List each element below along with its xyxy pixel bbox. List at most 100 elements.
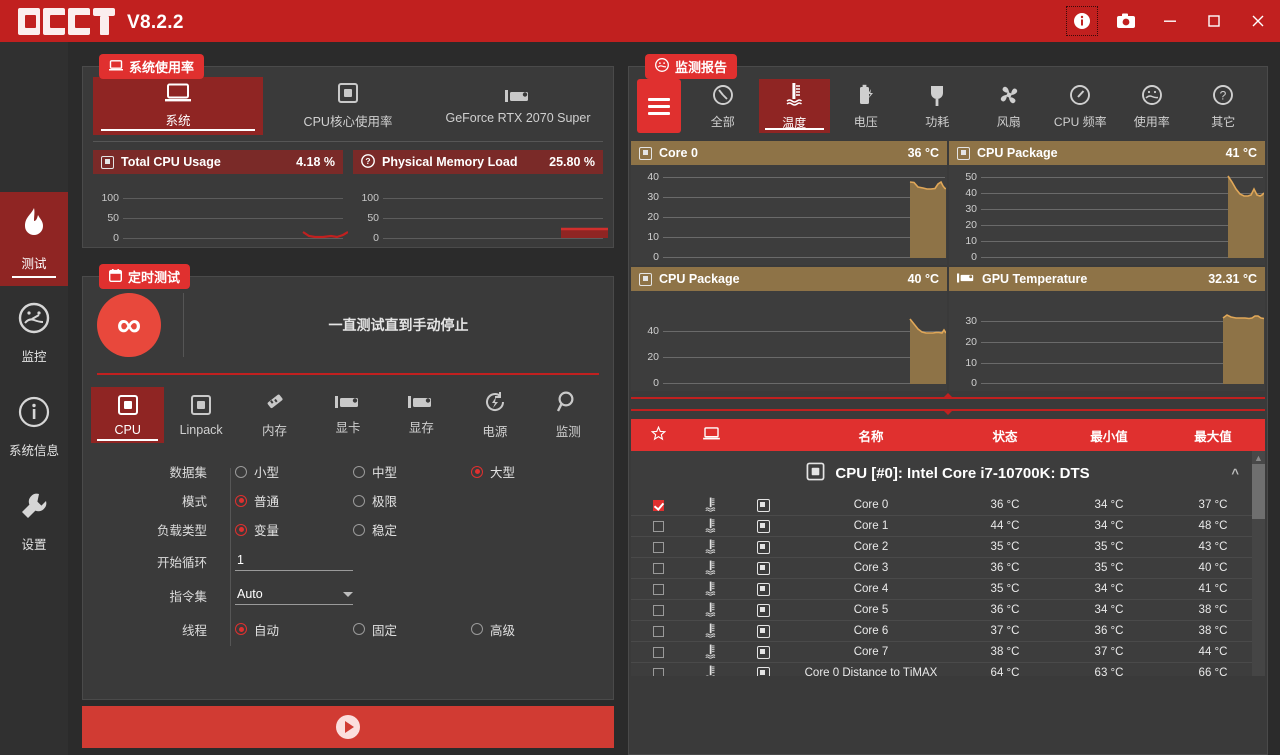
table-scrollbar[interactable]: ▲ ▼ — [1252, 451, 1265, 676]
panel-splitter[interactable] — [631, 393, 1265, 415]
column-name[interactable]: 名称 — [789, 426, 953, 445]
start-cycle-input[interactable]: 1 — [235, 551, 353, 571]
row-checkbox[interactable] — [652, 520, 664, 532]
row-checkbox-cell[interactable] — [631, 604, 685, 616]
tick: 30 — [965, 315, 977, 327]
table-row[interactable]: Core 2 35 °C 35 °C 43 °C — [631, 537, 1265, 558]
radio-label: 普通 — [254, 495, 280, 509]
table-row[interactable]: Core 0 36 °C 34 °C 37 °C — [631, 495, 1265, 516]
row-min: 34 °C — [1094, 520, 1124, 532]
table-row[interactable]: Core 0 Distance to TjMAX 64 °C 63 °C 66 … — [631, 663, 1265, 676]
graph-body: 40 30 20 10 0 — [631, 165, 947, 265]
tab-monitor[interactable]: 监测 — [532, 387, 605, 443]
tab-fan[interactable]: 风扇 — [973, 79, 1045, 133]
radio-threads-auto[interactable]: 自动 — [235, 620, 353, 639]
radio-mode-normal[interactable]: 普通 — [235, 491, 353, 510]
row-checkbox-cell[interactable] — [631, 520, 685, 532]
thermometer-icon — [685, 644, 737, 660]
tab-power-consumption[interactable]: 功耗 — [902, 79, 974, 133]
row-checkbox[interactable] — [652, 604, 664, 616]
radio-dataset-medium[interactable]: 中型 — [353, 462, 471, 481]
tab-cpu-core-usage[interactable]: CPU核心使用率 — [263, 77, 433, 135]
tab-memory-label: 内存 — [262, 424, 288, 438]
label-start-cycle: 开始循环 — [156, 555, 207, 570]
close-button[interactable] — [1236, 0, 1280, 42]
table-row[interactable]: Core 1 44 °C 34 °C 48 °C — [631, 516, 1265, 537]
cpu-icon — [639, 272, 652, 286]
tab-gpu[interactable]: GeForce RTX 2070 Super — [433, 77, 603, 135]
graph-name: CPU Package — [977, 146, 1058, 160]
tab-all[interactable]: 全部 — [687, 79, 759, 133]
tab-graphics-card[interactable]: 显卡 — [311, 387, 384, 443]
table-group-row[interactable]: CPU [#0]: Intel Core i7-10700K: DTS ^ — [631, 451, 1265, 495]
scroll-up-button[interactable]: ▲ — [1252, 451, 1265, 464]
radio-mode-extreme[interactable]: 极限 — [353, 491, 471, 510]
row-checkbox-cell[interactable] — [631, 562, 685, 574]
row-checkbox[interactable] — [652, 499, 664, 511]
column-min[interactable]: 最小值 — [1057, 426, 1161, 445]
tab-power[interactable]: 电源 — [458, 387, 531, 443]
row-checkbox-cell[interactable] — [631, 646, 685, 658]
tab-cpu-frequency[interactable]: CPU 频率 — [1045, 79, 1117, 133]
tick: 40 — [647, 171, 659, 183]
screenshot-button[interactable] — [1104, 0, 1148, 42]
radio-load-variable[interactable]: 变量 — [235, 520, 353, 539]
radio-threads-fixed[interactable]: 固定 — [353, 620, 471, 639]
sidebar-item-system-info[interactable]: 系统信息 — [0, 380, 68, 474]
row-checkbox[interactable] — [652, 583, 664, 595]
radio-load-steady[interactable]: 稳定 — [353, 520, 471, 539]
table-row[interactable]: Core 5 36 °C 34 °C 38 °C — [631, 600, 1265, 621]
mode-options: 普通 极限 — [223, 491, 613, 510]
tab-temperature[interactable]: 温度 — [758, 79, 830, 133]
chevron-up-icon[interactable]: ^ — [1231, 466, 1239, 481]
sidebar-item-test[interactable]: 测试 — [0, 192, 68, 286]
maximize-button[interactable] — [1192, 0, 1236, 42]
column-star[interactable] — [631, 425, 685, 444]
threads-options: 自动 固定 高级 — [223, 620, 613, 639]
radio-circle — [471, 623, 483, 635]
table-row[interactable]: Core 6 37 °C 36 °C 38 °C — [631, 621, 1265, 642]
hamburger-icon[interactable] — [637, 79, 681, 133]
column-device[interactable] — [685, 427, 737, 443]
row-checkbox[interactable] — [652, 646, 664, 658]
tab-usage[interactable]: 使用率 — [1116, 79, 1188, 133]
sidebar-item-settings[interactable]: 设置 — [0, 474, 68, 568]
tab-voltage[interactable]: 电压 — [830, 79, 902, 133]
instruction-set-select[interactable]: Auto — [235, 585, 353, 605]
row-state: 35 °C — [990, 583, 1020, 595]
minimize-button[interactable] — [1148, 0, 1192, 42]
row-checkbox-cell[interactable] — [631, 625, 685, 637]
radio-threads-advanced[interactable]: 高级 — [471, 620, 589, 639]
radio-dataset-large[interactable]: 大型 — [471, 462, 589, 481]
table-row[interactable]: Core 4 35 °C 34 °C 41 °C — [631, 579, 1265, 600]
column-state[interactable]: 状态 — [953, 426, 1057, 445]
tab-other[interactable]: ? 其它 — [1188, 79, 1260, 133]
graph-body: 50 40 30 20 10 0 — [949, 165, 1265, 265]
info-button[interactable] — [1060, 0, 1104, 42]
table-row[interactable]: Core 3 36 °C 35 °C 40 °C — [631, 558, 1265, 579]
tab-system[interactable]: 系统 — [93, 77, 263, 135]
tab-memory[interactable]: 内存 — [238, 387, 311, 443]
column-max[interactable]: 最大值 — [1161, 426, 1265, 445]
row-max: 44 °C — [1198, 646, 1228, 658]
timed-test-description: 一直测试直到手动停止 — [328, 317, 469, 333]
radio-dataset-small[interactable]: 小型 — [235, 462, 353, 481]
row-checkbox[interactable] — [652, 541, 664, 553]
start-test-button[interactable] — [82, 706, 614, 748]
scrollbar-thumb[interactable] — [1252, 464, 1265, 519]
row-checkbox[interactable] — [652, 667, 664, 676]
tab-cpu[interactable]: CPU — [91, 387, 165, 443]
row-checkbox-cell[interactable] — [631, 541, 685, 553]
tab-vram[interactable]: 显存 — [385, 387, 458, 443]
row-checkbox[interactable] — [652, 625, 664, 637]
row-max: 41 °C — [1198, 583, 1228, 595]
sidebar-item-monitor[interactable]: 监控 — [0, 286, 68, 380]
table-row[interactable]: Core 7 38 °C 37 °C 44 °C — [631, 642, 1265, 663]
tick: 40 — [965, 187, 977, 199]
row-checkbox-cell[interactable] — [631, 499, 685, 511]
row-checkbox[interactable] — [652, 562, 664, 574]
tab-linpack[interactable]: Linpack — [164, 387, 237, 443]
table-group-label: CPU [#0]: Intel Core i7-10700K: DTS — [835, 464, 1090, 482]
row-checkbox-cell[interactable] — [631, 667, 685, 676]
row-checkbox-cell[interactable] — [631, 583, 685, 595]
